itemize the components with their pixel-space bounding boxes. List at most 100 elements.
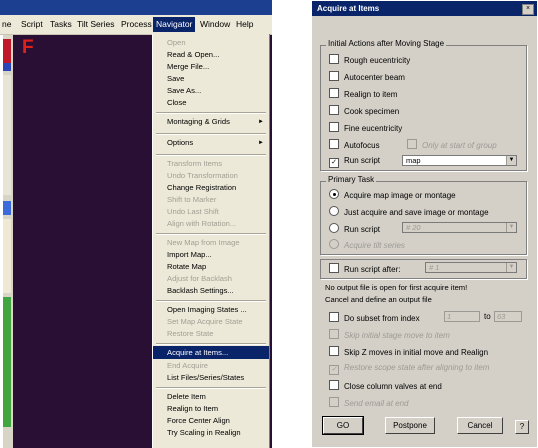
menu-separator	[156, 133, 266, 135]
menu-item-change-registration[interactable]: Change Registration	[153, 182, 269, 194]
checkbox-box	[329, 263, 339, 273]
run-script-after-select[interactable]: # 1 ▼	[425, 262, 517, 273]
menu-item-list-files-series-states[interactable]: List Files/Series/States	[153, 372, 269, 384]
acquire-tilt-series-radio[interactable]: Acquire tilt series	[329, 239, 405, 251]
menu-item-save[interactable]: Save	[153, 73, 269, 85]
serialem-main-window: ne Script Tasks Tilt Series Process Navi…	[0, 0, 272, 448]
run-script-radio[interactable]: Run script	[329, 223, 380, 235]
menu-separator	[156, 300, 266, 302]
checkbox-box	[329, 380, 339, 390]
menu-help[interactable]: Help	[236, 19, 253, 29]
no-output-file-note: No output file is open for first acquire…	[325, 283, 468, 292]
run-script-checkbox[interactable]: ✓ Run script	[329, 156, 380, 168]
dropdown-arrow-icon: ▼	[506, 263, 516, 272]
radio-circle	[329, 239, 339, 249]
go-button[interactable]: GO	[322, 416, 364, 435]
menu-item-options[interactable]: Options ►	[153, 137, 269, 149]
dialog-title: Acquire at Items	[312, 1, 537, 16]
autocenter-beam-checkbox[interactable]: Autocenter beam	[329, 71, 405, 83]
menu-item-restore-state[interactable]: Restore State	[153, 328, 269, 340]
menu-tilt-series[interactable]: Tilt Series	[77, 19, 114, 29]
checkbox-box	[329, 346, 339, 356]
menu-item-end-acquire[interactable]: End Acquire	[153, 360, 269, 372]
subset-from-input[interactable]: 1	[444, 311, 480, 322]
subset-to-label: to	[484, 312, 491, 321]
menu-process[interactable]: Process	[121, 19, 152, 29]
menu-item-read-open[interactable]: Read & Open...	[153, 49, 269, 61]
help-button[interactable]: ?	[515, 420, 529, 434]
menu-item-undo-transformation[interactable]: Undo Transformation	[153, 170, 269, 182]
checkmark-icon: ✓	[329, 365, 339, 375]
initial-script-select[interactable]: map ▼	[402, 155, 517, 166]
radio-circle	[329, 223, 339, 233]
checkbox-box	[329, 312, 339, 322]
rough-eucentricity-checkbox[interactable]: Rough eucentricity	[329, 54, 410, 66]
menu-item-set-map-acquire-state[interactable]: Set Map Acquire State	[153, 316, 269, 328]
menu-item-adjust-for-backlash[interactable]: Adjust for Backlash	[153, 273, 269, 285]
cancel-button[interactable]: Cancel	[457, 417, 503, 434]
menu-item-try-scaling-in-realign[interactable]: Try Scaling in Realign	[153, 427, 269, 439]
primary-script-select[interactable]: # 20 ▼	[402, 222, 517, 233]
send-email-checkbox[interactable]: Send email at end	[329, 397, 409, 409]
run-script-after-checkbox[interactable]: Run script after:	[329, 263, 400, 275]
menu-item-backlash-settings[interactable]: Backlash Settings...	[153, 285, 269, 297]
realign-to-item-checkbox[interactable]: Realign to item	[329, 88, 397, 100]
menu-item-transform-items[interactable]: Transform Items	[153, 158, 269, 170]
radio-dot-icon	[329, 189, 339, 199]
subset-checkbox[interactable]: Do subset from index	[329, 312, 420, 324]
window-left-edge	[0, 35, 3, 448]
cook-specimen-checkbox[interactable]: Cook specimen	[329, 105, 399, 117]
acquire-map-radio[interactable]: Acquire map image or montage	[329, 189, 456, 201]
panel-indicator-light	[2, 75, 11, 195]
close-valves-checkbox[interactable]: Close column valves at end	[329, 380, 442, 392]
define-output-note: Cancel and define an output file	[325, 295, 432, 304]
submenu-arrow-icon: ►	[258, 119, 264, 125]
menu-item-open[interactable]: Open	[153, 37, 269, 49]
menu-item-align-with-rotation[interactable]: Align with Rotation...	[153, 218, 269, 230]
menu-tasks[interactable]: Tasks	[50, 19, 72, 29]
menu-item-merge-file[interactable]: Merge File...	[153, 61, 269, 73]
submenu-arrow-icon: ►	[258, 140, 264, 146]
checkmark-icon: ✓	[329, 158, 339, 168]
menu-item-force-center-align[interactable]: Force Center Align	[153, 415, 269, 427]
dropdown-arrow-icon: ▼	[506, 156, 516, 165]
menu-item-delete-item[interactable]: Delete Item	[153, 391, 269, 403]
primary-task-label: Primary Task	[326, 175, 377, 184]
menu-item-acquire-at-items[interactable]: Acquire at Items...	[153, 346, 269, 359]
menu-window[interactable]: Window	[200, 19, 230, 29]
menu-item-import-map[interactable]: Import Map...	[153, 249, 269, 261]
menu-item-realign-to-item[interactable]: Realign to Item	[153, 403, 269, 415]
checkbox-box	[329, 397, 339, 407]
menu-item-save-as[interactable]: Save As...	[153, 85, 269, 97]
menu-separator	[156, 387, 266, 389]
only-at-start-checkbox[interactable]: Only at start of group	[407, 139, 497, 151]
close-icon[interactable]: ×	[522, 4, 534, 15]
menu-item-undo-last-shift[interactable]: Undo Last Shift	[153, 206, 269, 218]
menu-item-shift-to-marker[interactable]: Shift to Marker	[153, 194, 269, 206]
menu-item-close[interactable]: Close	[153, 97, 269, 109]
menu-item-open-imaging-states[interactable]: Open Imaging States ...	[153, 304, 269, 316]
menu-item-montaging-grids[interactable]: Montaging & Grids ►	[153, 116, 269, 128]
skip-z-moves-checkbox[interactable]: Skip Z moves in initial move and Realign	[329, 346, 488, 358]
skip-initial-move-checkbox[interactable]: Skip initial stage move to item	[329, 329, 450, 341]
checkbox-box	[329, 329, 339, 339]
checkbox-box	[329, 139, 339, 149]
menu-separator	[156, 112, 266, 114]
restore-scope-state-checkbox[interactable]: ✓ Restore scope state after aligning to i…	[329, 363, 489, 375]
fine-eucentricity-checkbox[interactable]: Fine eucentricity	[329, 122, 402, 134]
initial-actions-label: Initial Actions after Moving Stage	[326, 39, 447, 48]
menu-item-rotate-map[interactable]: Rotate Map	[153, 261, 269, 273]
autofocus-checkbox[interactable]: Autofocus	[329, 139, 380, 151]
panel-indicator-green	[2, 297, 11, 427]
checkbox-box	[329, 88, 339, 98]
subset-to-input[interactable]: 63	[494, 311, 522, 322]
postpone-button[interactable]: Postpone	[385, 417, 435, 434]
menu-script[interactable]: Script	[21, 19, 43, 29]
acquire-at-items-dialog: Acquire at Items × Initial Actions after…	[311, 0, 538, 448]
menu-navigator[interactable]: Navigator	[153, 17, 196, 32]
menu-partial-item[interactable]: ne	[2, 19, 11, 29]
menu-separator	[156, 154, 266, 156]
window-title-bar	[0, 0, 272, 15]
just-acquire-radio[interactable]: Just acquire and save image or montage	[329, 206, 489, 218]
menu-item-new-map-from-image[interactable]: New Map from Image	[153, 237, 269, 249]
